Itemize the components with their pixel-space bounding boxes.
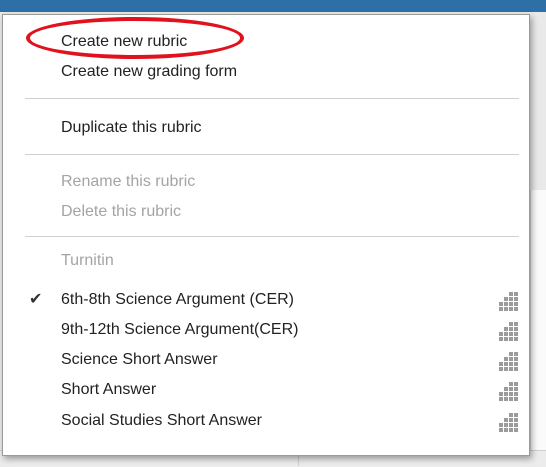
rename-rubric-item: Rename this rubric bbox=[61, 173, 196, 190]
rubric-item-6th-8th-science[interactable]: 6th-8th Science Argument (CER) bbox=[61, 290, 294, 310]
menu-separator bbox=[25, 154, 519, 155]
checkmark-icon: ✔ bbox=[29, 291, 43, 308]
highlight-circle-annotation bbox=[26, 17, 244, 59]
rubric-item-social-studies-short-answer[interactable]: Social Studies Short Answer bbox=[61, 411, 262, 431]
grid-icon[interactable] bbox=[495, 352, 518, 372]
menu-separator bbox=[25, 236, 519, 237]
create-new-grading-form-item[interactable]: Create new grading form bbox=[61, 62, 237, 82]
duplicate-rubric-item[interactable]: Duplicate this rubric bbox=[61, 118, 202, 138]
delete-rubric-item: Delete this rubric bbox=[61, 203, 182, 220]
background-panel bbox=[530, 190, 546, 466]
grid-icon[interactable] bbox=[495, 413, 518, 433]
grid-icon[interactable] bbox=[495, 292, 518, 312]
rubric-item-9th-12th-science[interactable]: 9th-12th Science Argument(CER) bbox=[61, 320, 298, 340]
menu-separator bbox=[25, 98, 519, 99]
grid-icon[interactable] bbox=[495, 322, 518, 342]
grid-icon[interactable] bbox=[495, 382, 518, 402]
rubric-context-menu: Create new rubric Create new grading for… bbox=[2, 14, 530, 456]
header-strip bbox=[0, 0, 546, 12]
rubric-item-short-answer[interactable]: Short Answer bbox=[61, 380, 156, 400]
turnitin-section-header: Turnitin bbox=[61, 252, 114, 269]
rubric-item-science-short-answer[interactable]: Science Short Answer bbox=[61, 350, 218, 370]
